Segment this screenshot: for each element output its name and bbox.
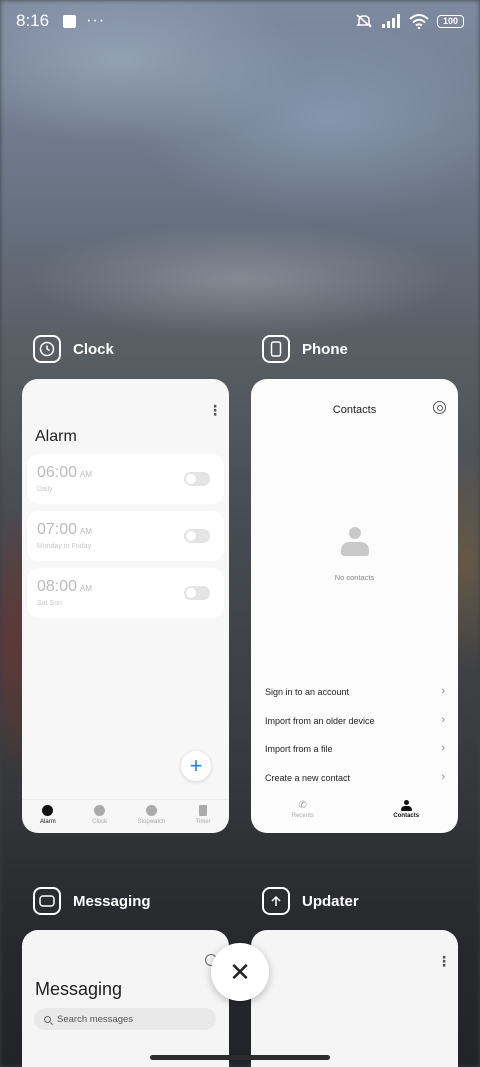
app-header-messaging[interactable]: Messaging <box>33 887 151 915</box>
app-name-phone: Phone <box>302 340 348 358</box>
app-name-updater: Updater <box>302 892 359 910</box>
alarm-time: 08:00 AM <box>37 578 93 595</box>
close-icon: ✕ <box>229 956 251 987</box>
add-alarm-button[interactable]: + <box>181 751 211 781</box>
phone-app-card[interactable]: Contacts No contacts Sign in to an accou… <box>251 379 458 833</box>
signal-icon <box>382 14 400 28</box>
clock-bottom-nav: Alarm Clock Stopwatch Timer <box>22 799 229 833</box>
chevron-right-icon: › <box>441 771 445 783</box>
chevron-right-icon: › <box>441 685 445 697</box>
nav-stopwatch[interactable]: Stopwatch <box>126 800 178 833</box>
alarm-row[interactable]: 08:00 AM Sat Sun <box>27 568 224 618</box>
alarm-repeat: Sat Sun <box>37 600 62 607</box>
more-options-icon[interactable]: ⋮ <box>208 403 222 417</box>
alarm-row[interactable]: 06:00 AM Daily <box>27 454 224 504</box>
home-indicator[interactable] <box>150 1055 330 1060</box>
updater-app-card[interactable]: ⋮ <box>251 930 458 1067</box>
alarm-repeat: Daily <box>37 486 53 493</box>
nav-clock[interactable]: Clock <box>74 800 126 833</box>
clock-icon <box>94 805 106 816</box>
person-icon <box>340 527 370 559</box>
status-time: 8:16 <box>16 11 50 30</box>
gear-icon[interactable] <box>433 401 446 414</box>
app-header-clock[interactable]: Clock <box>33 335 114 363</box>
mute-icon <box>356 14 372 28</box>
updater-icon <box>262 887 290 915</box>
no-contacts-text: No contacts <box>334 573 375 582</box>
battery-icon: 100 <box>437 14 464 28</box>
messaging-app-card[interactable]: Messaging Search messages <box>22 930 229 1067</box>
clear-all-button[interactable]: ✕ <box>211 943 269 1001</box>
nav-contacts[interactable]: Contacts <box>355 800 459 819</box>
clock-icon <box>33 335 61 363</box>
nav-timer[interactable]: Timer <box>177 800 229 833</box>
alarm-row[interactable]: 07:00 AM Monday to Friday <box>27 511 224 561</box>
phone-app-icon <box>262 335 290 363</box>
contacts-icon <box>400 800 412 811</box>
search-messages-input[interactable]: Search messages <box>34 1008 216 1030</box>
app-name-messaging: Messaging <box>73 892 151 910</box>
status-bar: 8:16 ··· 100 <box>0 0 480 42</box>
messaging-title: Messaging <box>35 979 123 999</box>
phone-handset-icon: ✆ <box>298 800 307 811</box>
alarm-time: 06:00 AM <box>37 464 93 481</box>
notification-icon <box>63 14 77 28</box>
alarm-toggle[interactable] <box>184 529 210 543</box>
alarm-toggle[interactable] <box>184 472 210 486</box>
app-name-clock: Clock <box>73 340 114 358</box>
message-icon <box>33 887 61 915</box>
import-older-device-option[interactable]: Import from an older device › <box>265 714 445 727</box>
clock-app-card[interactable]: ⋮ Alarm 06:00 AM Daily 07:00 AM Monday to … <box>22 379 229 833</box>
import-file-option[interactable]: Import from a file › <box>265 742 445 755</box>
chevron-right-icon: › <box>441 742 445 754</box>
alarm-repeat: Monday to Friday <box>37 543 92 550</box>
phone-bottom-nav: ✆ Recents Contacts <box>251 800 458 819</box>
alarm-icon <box>42 805 54 816</box>
app-header-updater[interactable]: Updater <box>262 887 359 915</box>
wifi-icon <box>409 13 429 29</box>
chevron-right-icon: › <box>441 714 445 726</box>
nav-recents[interactable]: ✆ Recents <box>251 800 355 819</box>
app-header-phone[interactable]: Phone <box>262 335 348 363</box>
sign-in-option[interactable]: Sign in to an account › <box>265 685 445 698</box>
contacts-title: Contacts <box>332 404 377 416</box>
alarm-toggle[interactable] <box>184 586 210 600</box>
create-contact-option[interactable]: Create a new contact › <box>265 771 445 784</box>
stopwatch-icon <box>145 805 157 816</box>
more-notifications-icon: ··· <box>86 12 106 29</box>
alarm-time: 07:00 AM <box>37 521 93 538</box>
more-options-icon[interactable]: ⋮ <box>437 954 451 968</box>
alarm-title: Alarm <box>35 428 77 445</box>
search-icon <box>44 1015 51 1023</box>
nav-alarm[interactable]: Alarm <box>22 800 74 833</box>
hourglass-icon <box>199 805 208 816</box>
